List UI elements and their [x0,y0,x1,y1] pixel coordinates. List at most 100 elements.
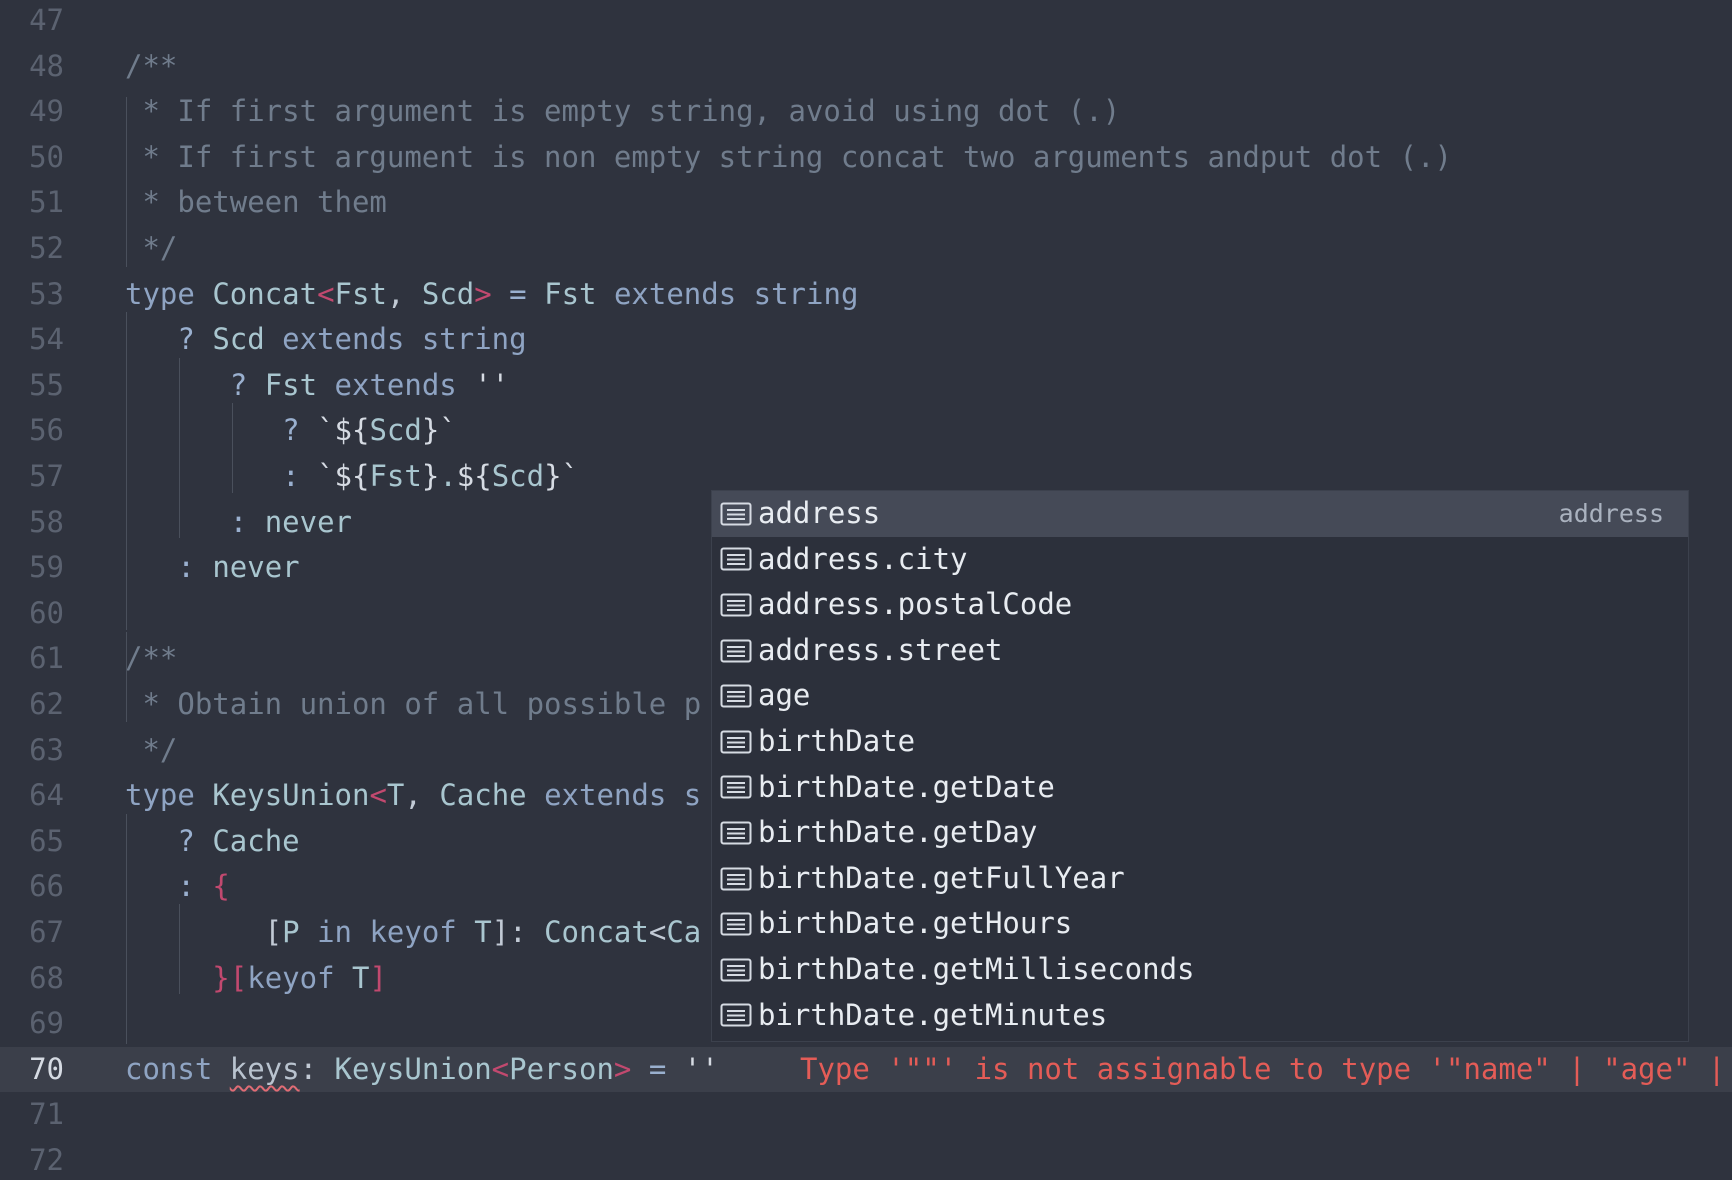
line-number: 58 [29,504,64,539]
editor-line[interactable]: 48 /** [0,44,1732,90]
code-text: ? Scd extends string [125,317,526,363]
code-token: Fst [369,459,422,493]
suggestion-item[interactable]: age [712,673,1688,719]
suggestion-widget[interactable]: address address address.city address.postal… [711,490,1689,1042]
editor-line[interactable]: 71 [0,1092,1732,1138]
code-token: }` [544,459,580,493]
suggestion-item[interactable]: address.street [712,628,1688,674]
code-token: > [613,1051,632,1086]
code-token: * between them [125,185,387,220]
code-token: Scd [491,459,545,493]
indent-guide [179,904,180,994]
code-token: Scd [212,322,265,357]
code-token: : [125,550,213,585]
line-number: 72 [29,1143,64,1177]
suggestion-item[interactable]: birthDate.getMilliseconds [712,947,1688,993]
code-token: ? [125,322,213,357]
code-token: T [386,778,405,813]
suggestion-item[interactable]: birthDate.getFullYear [712,856,1688,902]
code-token: /** [125,641,178,676]
code-token: Ca [666,915,702,949]
suggestion-item[interactable]: address.postalCode [712,582,1688,628]
code-text: : `${Fst}.${Scd}` [125,454,579,500]
code-text: * If first argument is non empty string … [125,135,1451,181]
suggestion-label: birthDate.getMilliseconds [758,951,1195,986]
line-number: 63 [29,732,64,767]
code-token: string [753,276,859,311]
indent-guide [126,97,127,267]
code-token: `${ [317,459,370,493]
line-number: 69 [29,1006,64,1041]
line-number: 47 [29,3,64,37]
code-text: [P in keyof T]: Concat<Ca [125,910,702,956]
code-token: Concat [544,915,649,949]
indent-guide [179,358,180,538]
code-token: Fst [264,367,318,402]
code-token: '' [474,367,510,402]
code-text: */ [125,728,177,774]
line-number: 53 [29,276,64,311]
code-token: s [683,778,702,813]
code-token: */ [125,231,178,265]
code-token: } [421,459,440,493]
suggestion-label: address.postalCode [758,587,1073,622]
field-icon [719,810,753,856]
code-text: }[keyof T] [125,956,387,1002]
line-number: 55 [29,367,64,402]
inline-error-message: Type '""' is not assignable to type '"na… [800,1051,1726,1086]
suggestion-label: birthDate.getMinutes [758,997,1108,1032]
code-token: P [282,915,300,949]
editor-line[interactable]: 56 ? `${Scd}` [0,408,1732,454]
suggestion-label: birthDate [758,723,916,758]
code-token: Cache [439,778,527,813]
suggestion-label: birthDate.getDate [758,769,1055,804]
line-number: 57 [29,459,64,493]
suggestion-item[interactable]: birthDate.getHours [712,901,1688,947]
line-number: 65 [29,823,64,858]
code-token: > [474,276,492,311]
code-text: * If first argument is empty string, avo… [125,89,1120,135]
suggestion-item[interactable]: birthDate.getDate [712,765,1688,811]
editor-line[interactable]: 47 [0,0,1732,44]
editor-line[interactable]: 72 [0,1138,1732,1180]
code-token: = [631,1051,684,1086]
code-token: keyof [369,915,475,949]
editor-line[interactable]: 52 */ [0,226,1732,272]
editor-line[interactable]: 54 ? Scd extends string [0,317,1732,363]
code-text: ? Fst extends '' [125,363,509,409]
code-editor[interactable]: 47 48 /** 49 * If first argument is empty s… [0,0,1732,1180]
line-number: 64 [29,778,64,813]
code-token: : [125,504,265,539]
code-token: = [491,276,545,311]
line-number: 71 [29,1097,64,1132]
code-text: : { [125,864,229,910]
editor-line[interactable]: 50 * If first argument is non empty stri… [0,135,1732,181]
code-token: ${ [456,459,492,493]
line-number: 67 [29,915,64,949]
editor-line-current[interactable]: 70 const keys: KeysUnion<Person> = '' Type… [0,1046,1732,1093]
line-number: 70 [29,1051,64,1086]
line-number: 66 [29,869,64,904]
suggestion-label: birthDate.getFullYear [758,860,1125,895]
suggestion-item[interactable]: birthDate.getMinutes [712,993,1688,1039]
code-text: : never [125,545,299,591]
suggestion-item[interactable]: birthDate.getDay [712,810,1688,856]
line-number: 61 [29,641,64,676]
editor-line[interactable]: 49 * If first argument is empty string, … [0,89,1732,135]
indent-guide [126,632,127,722]
code-token: Fst [544,276,597,311]
suggestion-item[interactable]: birthDate [712,719,1688,765]
suggestion-item[interactable]: address address [712,491,1688,537]
code-token: extends [317,367,475,402]
editor-line[interactable]: 53 type Concat<Fst, Scd> = Fst extends st… [0,272,1732,318]
code-text: const keys: KeysUnion<Person> = '' [125,1047,719,1093]
code-token: const [125,1051,230,1086]
code-text: ? Cache [125,819,299,865]
code-text: : never [125,500,352,546]
line-number: 52 [29,231,64,265]
suggestion-item[interactable]: address.city [712,537,1688,583]
editor-line[interactable]: 55 ? Fst extends '' [0,363,1732,409]
code-token: extends [596,276,754,311]
editor-line[interactable]: 51 * between them [0,180,1732,226]
field-icon [719,536,753,582]
